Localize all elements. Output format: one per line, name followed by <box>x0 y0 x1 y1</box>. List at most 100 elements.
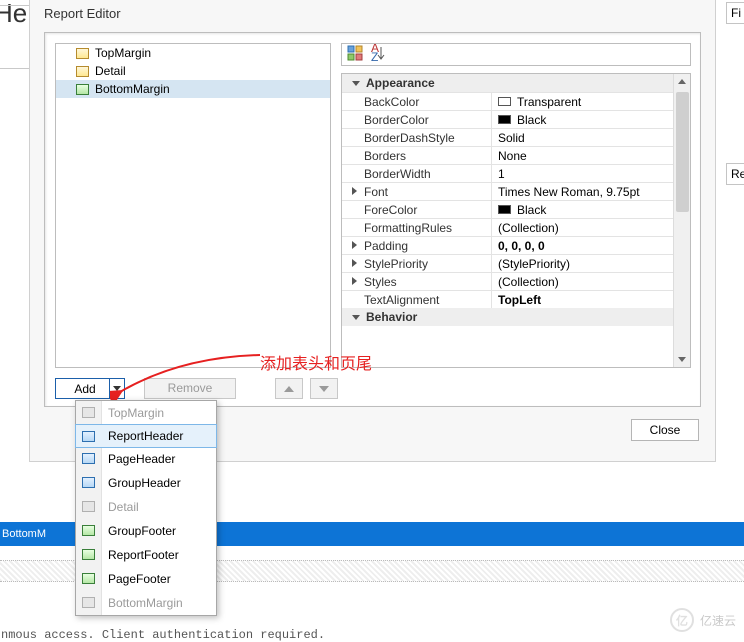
report-editor-dialog: Report Editor TopMargin Detail BottomMar… <box>29 0 716 462</box>
remove-button: Remove <box>144 378 236 399</box>
annotation-text: 添加表头和页尾 <box>260 350 372 374</box>
dd-label: Detail <box>108 500 139 514</box>
category-label: Appearance <box>366 74 435 92</box>
move-down-button <box>310 378 338 399</box>
band-icon <box>82 501 95 512</box>
dd-label: PageFooter <box>108 572 171 586</box>
dd-label: ReportFooter <box>108 548 179 562</box>
band-icon <box>76 48 89 59</box>
side-panel-re[interactable]: Re <box>726 163 744 185</box>
tree-item-topmargin[interactable]: TopMargin <box>56 44 330 62</box>
dd-label: ReportHeader <box>108 429 183 443</box>
prop-row[interactable]: BorderColorBlack <box>342 110 690 128</box>
property-grid[interactable]: Appearance BackColorTransparent BorderCo… <box>341 73 691 368</box>
dd-item-reportfooter[interactable]: ReportFooter <box>76 543 216 567</box>
band-icon <box>76 66 89 77</box>
band-icon <box>82 597 95 608</box>
watermark: 亿 亿速云 <box>670 608 736 632</box>
prop-name: BorderWidth <box>342 165 492 182</box>
band-icon <box>82 549 95 560</box>
prop-row[interactable]: FormattingRules(Collection) <box>342 218 690 236</box>
prop-value[interactable]: (StylePriority) <box>492 255 690 272</box>
property-grid-toolbar: AZ <box>341 43 691 66</box>
band-icon <box>76 84 89 95</box>
prop-name[interactable]: Font <box>342 183 492 200</box>
add-band-dropdown[interactable]: TopMargin ReportHeader PageHeader GroupH… <box>75 400 217 616</box>
chevron-down-icon <box>319 386 329 392</box>
dd-item-pagefooter[interactable]: PageFooter <box>76 567 216 591</box>
side-panel-fi[interactable]: Fi <box>726 2 744 24</box>
prop-row[interactable]: BordersNone <box>342 146 690 164</box>
prop-name: BorderColor <box>342 111 492 128</box>
prop-name: BorderDashStyle <box>342 129 492 146</box>
tree-item-detail[interactable]: Detail <box>56 62 330 80</box>
prop-value[interactable]: 0, 0, 0, 0 <box>492 237 690 254</box>
add-dropdown-arrow[interactable] <box>109 379 124 398</box>
scroll-down-icon[interactable] <box>678 357 686 362</box>
add-button[interactable]: Add <box>55 378 125 399</box>
prop-row[interactable]: FontTimes New Roman, 9.75pt <box>342 182 690 200</box>
prop-value[interactable]: TopLeft <box>492 291 690 308</box>
prop-value[interactable]: Transparent <box>492 93 690 110</box>
alphabetical-icon[interactable]: AZ <box>370 44 388 65</box>
chevron-up-icon <box>284 386 294 392</box>
dd-item-topmargin: TopMargin <box>76 401 216 425</box>
scroll-thumb[interactable] <box>676 92 689 212</box>
prop-name: FormattingRules <box>342 219 492 236</box>
svg-text:Z: Z <box>371 50 378 62</box>
prop-row[interactable]: BackColorTransparent <box>342 92 690 110</box>
band-icon <box>82 525 95 536</box>
watermark-text: 亿速云 <box>700 612 736 629</box>
scrollbar[interactable] <box>673 74 690 367</box>
prop-value[interactable]: Black <box>492 111 690 128</box>
category-label: Behavior <box>366 308 417 326</box>
tree-label: TopMargin <box>95 44 151 62</box>
prop-row[interactable]: ForeColorBlack <box>342 200 690 218</box>
prop-row[interactable]: Styles(Collection) <box>342 272 690 290</box>
prop-row[interactable]: Padding0, 0, 0, 0 <box>342 236 690 254</box>
dd-item-reportheader[interactable]: ReportHeader <box>75 424 217 448</box>
prop-name: Borders <box>342 147 492 164</box>
dd-label: GroupFooter <box>108 524 176 538</box>
close-button[interactable]: Close <box>631 419 699 441</box>
ruler-line <box>0 68 29 69</box>
prop-name: ForeColor <box>342 201 492 218</box>
category-appearance[interactable]: Appearance <box>342 74 690 92</box>
prop-row[interactable]: BorderWidth1 <box>342 164 690 182</box>
prop-value[interactable]: (Collection) <box>492 219 690 236</box>
prop-name[interactable]: Padding <box>342 237 492 254</box>
prop-value[interactable]: Solid <box>492 129 690 146</box>
category-behavior[interactable]: Behavior <box>342 308 690 326</box>
dd-label: TopMargin <box>108 406 164 420</box>
prop-name[interactable]: StylePriority <box>342 255 492 272</box>
dialog-content: TopMargin Detail BottomMargin AZ Appeara… <box>44 32 701 407</box>
dd-item-pageheader[interactable]: PageHeader <box>76 447 216 471</box>
scroll-up-icon[interactable] <box>678 79 686 84</box>
dd-item-groupheader[interactable]: GroupHeader <box>76 471 216 495</box>
prop-value[interactable]: (Collection) <box>492 273 690 290</box>
prop-name[interactable]: Styles <box>342 273 492 290</box>
prop-name: TextAlignment <box>342 291 492 308</box>
ruler-line-top <box>0 5 29 6</box>
prop-row[interactable]: BorderDashStyleSolid <box>342 128 690 146</box>
dd-item-detail: Detail <box>76 495 216 519</box>
band-icon <box>82 407 95 418</box>
prop-row[interactable]: StylePriority(StylePriority) <box>342 254 690 272</box>
prop-value[interactable]: Black <box>492 201 690 218</box>
prop-value[interactable]: None <box>492 147 690 164</box>
color-swatch <box>498 97 511 106</box>
dialog-title: Report Editor <box>44 6 121 21</box>
tree-label: Detail <box>95 62 126 80</box>
categorized-icon[interactable] <box>346 44 364 65</box>
watermark-icon: 亿 <box>670 608 694 632</box>
band-icon <box>82 431 95 442</box>
dd-item-bottommargin: BottomMargin <box>76 591 216 615</box>
band-tree[interactable]: TopMargin Detail BottomMargin <box>55 43 331 368</box>
tree-item-bottommargin[interactable]: BottomMargin <box>56 80 330 98</box>
prop-row[interactable]: TextAlignmentTopLeft <box>342 290 690 308</box>
dd-item-groupfooter[interactable]: GroupFooter <box>76 519 216 543</box>
add-button-label: Add <box>74 382 95 396</box>
prop-value[interactable]: Times New Roman, 9.75pt <box>492 183 690 200</box>
prop-value[interactable]: 1 <box>492 165 690 182</box>
dd-label: GroupHeader <box>108 476 181 490</box>
